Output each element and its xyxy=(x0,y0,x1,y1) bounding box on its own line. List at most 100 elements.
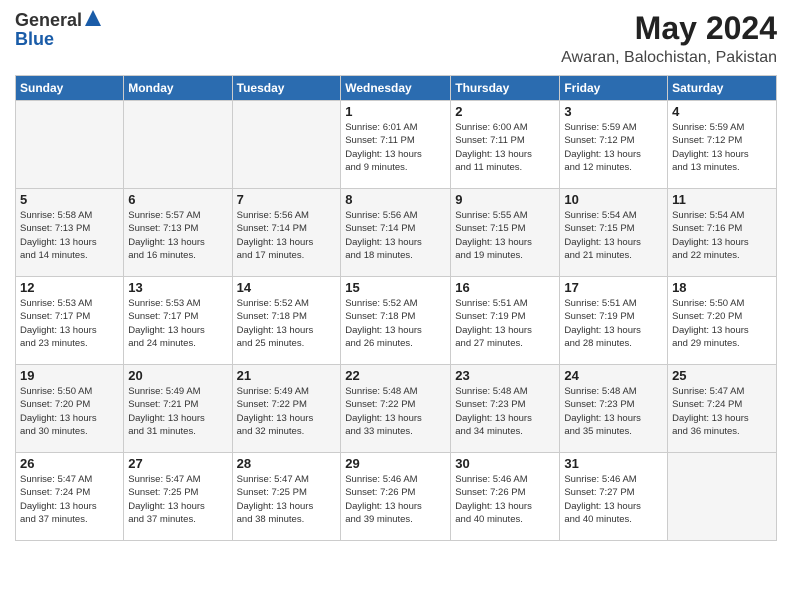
col-monday: Monday xyxy=(124,76,232,101)
table-row: 31 Sunrise: 5:46 AM Sunset: 7:27 PM Dayli… xyxy=(560,453,668,541)
col-tuesday: Tuesday xyxy=(232,76,341,101)
day-info: Sunrise: 5:52 AM Sunset: 7:18 PM Dayligh… xyxy=(345,297,446,350)
table-row: 6Sunrise: 5:57 AM Sunset: 7:13 PM Daylig… xyxy=(124,189,232,277)
calendar-week-row: 26 Sunrise: 5:47 AM Sunset: 7:24 PM Dayli… xyxy=(16,453,777,541)
table-row xyxy=(232,101,341,189)
day-info: Sunrise: 5:47 AM Sunset: 7:25 PM Dayligh… xyxy=(237,473,337,526)
day-number: 21 xyxy=(237,368,337,383)
day-info: Sunrise: 5:57 AM Sunset: 7:13 PM Dayligh… xyxy=(128,209,227,262)
table-row: 18 Sunrise: 5:50 AM Sunset: 7:20 PM Dayli… xyxy=(668,277,777,365)
table-row: 29 Sunrise: 5:46 AM Sunset: 7:26 PM Dayli… xyxy=(341,453,451,541)
day-number: 18 xyxy=(672,280,772,295)
day-number: 20 xyxy=(128,368,227,383)
table-row xyxy=(668,453,777,541)
table-row: 22Sunrise: 5:48 AM Sunset: 7:22 PM Dayli… xyxy=(341,365,451,453)
day-number: 25 xyxy=(672,368,772,383)
day-info: Sunrise: 5:52 AM Sunset: 7:18 PM Dayligh… xyxy=(237,297,337,350)
day-number: 1 xyxy=(345,104,446,119)
day-number: 9 xyxy=(455,192,555,207)
table-row: 9 Sunrise: 5:55 AM Sunset: 7:15 PM Daylig… xyxy=(451,189,560,277)
day-info: Sunrise: 5:59 AM Sunset: 7:12 PM Dayligh… xyxy=(564,121,663,174)
day-info: Sunrise: 5:46 AM Sunset: 7:27 PM Dayligh… xyxy=(564,473,663,526)
day-number: 23 xyxy=(455,368,555,383)
table-row: 23 Sunrise: 5:48 AM Sunset: 7:23 PM Dayli… xyxy=(451,365,560,453)
calendar-header-row: Sunday Monday Tuesday Wednesday Thursday… xyxy=(16,76,777,101)
day-number: 26 xyxy=(20,456,119,471)
location-title: Awaran, Balochistan, Pakistan xyxy=(561,49,777,67)
day-info: Sunrise: 6:01 AM Sunset: 7:11 PM Dayligh… xyxy=(345,121,446,174)
day-number: 10 xyxy=(564,192,663,207)
logo-arrow-icon xyxy=(85,10,101,31)
day-info: Sunrise: 5:59 AM Sunset: 7:12 PM Dayligh… xyxy=(672,121,772,174)
day-info: Sunrise: 5:54 AM Sunset: 7:15 PM Dayligh… xyxy=(564,209,663,262)
day-info: Sunrise: 5:53 AM Sunset: 7:17 PM Dayligh… xyxy=(20,297,119,350)
day-info: Sunrise: 5:46 AM Sunset: 7:26 PM Dayligh… xyxy=(345,473,446,526)
calendar-week-row: 5Sunrise: 5:58 AM Sunset: 7:13 PM Daylig… xyxy=(16,189,777,277)
table-row: 8 Sunrise: 5:56 AM Sunset: 7:14 PM Daylig… xyxy=(341,189,451,277)
day-number: 15 xyxy=(345,280,446,295)
day-number: 29 xyxy=(345,456,446,471)
day-number: 30 xyxy=(455,456,555,471)
day-info: Sunrise: 5:48 AM Sunset: 7:23 PM Dayligh… xyxy=(564,385,663,438)
table-row: 12 Sunrise: 5:53 AM Sunset: 7:17 PM Dayli… xyxy=(16,277,124,365)
table-row: 16 Sunrise: 5:51 AM Sunset: 7:19 PM Dayli… xyxy=(451,277,560,365)
title-area: May 2024 Awaran, Balochistan, Pakistan xyxy=(561,10,777,67)
day-number: 17 xyxy=(564,280,663,295)
day-number: 4 xyxy=(672,104,772,119)
table-row: 24Sunrise: 5:48 AM Sunset: 7:23 PM Dayli… xyxy=(560,365,668,453)
table-row: 1 Sunrise: 6:01 AM Sunset: 7:11 PM Daylig… xyxy=(341,101,451,189)
calendar-week-row: 19 Sunrise: 5:50 AM Sunset: 7:20 PM Dayli… xyxy=(16,365,777,453)
table-row: 13Sunrise: 5:53 AM Sunset: 7:17 PM Dayli… xyxy=(124,277,232,365)
day-info: Sunrise: 5:51 AM Sunset: 7:19 PM Dayligh… xyxy=(564,297,663,350)
col-wednesday: Wednesday xyxy=(341,76,451,101)
table-row: 5Sunrise: 5:58 AM Sunset: 7:13 PM Daylig… xyxy=(16,189,124,277)
day-number: 14 xyxy=(237,280,337,295)
day-info: Sunrise: 5:50 AM Sunset: 7:20 PM Dayligh… xyxy=(20,385,119,438)
day-info: Sunrise: 5:47 AM Sunset: 7:24 PM Dayligh… xyxy=(20,473,119,526)
day-number: 5 xyxy=(20,192,119,207)
day-number: 16 xyxy=(455,280,555,295)
day-info: Sunrise: 5:47 AM Sunset: 7:24 PM Dayligh… xyxy=(672,385,772,438)
day-number: 2 xyxy=(455,104,555,119)
day-number: 19 xyxy=(20,368,119,383)
day-info: Sunrise: 5:48 AM Sunset: 7:23 PM Dayligh… xyxy=(455,385,555,438)
day-info: Sunrise: 5:56 AM Sunset: 7:14 PM Dayligh… xyxy=(237,209,337,262)
table-row: 19 Sunrise: 5:50 AM Sunset: 7:20 PM Dayli… xyxy=(16,365,124,453)
table-row: 25 Sunrise: 5:47 AM Sunset: 7:24 PM Dayli… xyxy=(668,365,777,453)
day-number: 8 xyxy=(345,192,446,207)
day-info: Sunrise: 5:50 AM Sunset: 7:20 PM Dayligh… xyxy=(672,297,772,350)
col-saturday: Saturday xyxy=(668,76,777,101)
calendar-week-row: 12 Sunrise: 5:53 AM Sunset: 7:17 PM Dayli… xyxy=(16,277,777,365)
page: General Blue May 2024 Awaran, Balochista… xyxy=(0,0,792,551)
table-row: 3 Sunrise: 5:59 AM Sunset: 7:12 PM Daylig… xyxy=(560,101,668,189)
table-row xyxy=(16,101,124,189)
day-info: Sunrise: 5:54 AM Sunset: 7:16 PM Dayligh… xyxy=(672,209,772,262)
table-row: 7 Sunrise: 5:56 AM Sunset: 7:14 PM Daylig… xyxy=(232,189,341,277)
day-info: Sunrise: 5:49 AM Sunset: 7:22 PM Dayligh… xyxy=(237,385,337,438)
table-row: 28Sunrise: 5:47 AM Sunset: 7:25 PM Dayli… xyxy=(232,453,341,541)
table-row xyxy=(124,101,232,189)
table-row: 26 Sunrise: 5:47 AM Sunset: 7:24 PM Dayli… xyxy=(16,453,124,541)
header: General Blue May 2024 Awaran, Balochista… xyxy=(15,10,777,67)
calendar-week-row: 1 Sunrise: 6:01 AM Sunset: 7:11 PM Daylig… xyxy=(16,101,777,189)
table-row: 30 Sunrise: 5:46 AM Sunset: 7:26 PM Dayli… xyxy=(451,453,560,541)
day-number: 13 xyxy=(128,280,227,295)
day-number: 3 xyxy=(564,104,663,119)
calendar-table: Sunday Monday Tuesday Wednesday Thursday… xyxy=(15,75,777,541)
day-info: Sunrise: 5:48 AM Sunset: 7:22 PM Dayligh… xyxy=(345,385,446,438)
month-title: May 2024 xyxy=(561,10,777,47)
table-row: 14 Sunrise: 5:52 AM Sunset: 7:18 PM Dayli… xyxy=(232,277,341,365)
table-row: 2Sunrise: 6:00 AM Sunset: 7:11 PM Daylig… xyxy=(451,101,560,189)
day-info: Sunrise: 5:56 AM Sunset: 7:14 PM Dayligh… xyxy=(345,209,446,262)
table-row: 21 Sunrise: 5:49 AM Sunset: 7:22 PM Dayli… xyxy=(232,365,341,453)
day-info: Sunrise: 5:55 AM Sunset: 7:15 PM Dayligh… xyxy=(455,209,555,262)
table-row: 27Sunrise: 5:47 AM Sunset: 7:25 PM Dayli… xyxy=(124,453,232,541)
day-number: 12 xyxy=(20,280,119,295)
day-number: 31 xyxy=(564,456,663,471)
day-info: Sunrise: 5:47 AM Sunset: 7:25 PM Dayligh… xyxy=(128,473,227,526)
day-info: Sunrise: 5:46 AM Sunset: 7:26 PM Dayligh… xyxy=(455,473,555,526)
day-number: 7 xyxy=(237,192,337,207)
logo-blue-text: Blue xyxy=(15,29,54,50)
table-row: 15 Sunrise: 5:52 AM Sunset: 7:18 PM Dayli… xyxy=(341,277,451,365)
day-info: Sunrise: 5:51 AM Sunset: 7:19 PM Dayligh… xyxy=(455,297,555,350)
